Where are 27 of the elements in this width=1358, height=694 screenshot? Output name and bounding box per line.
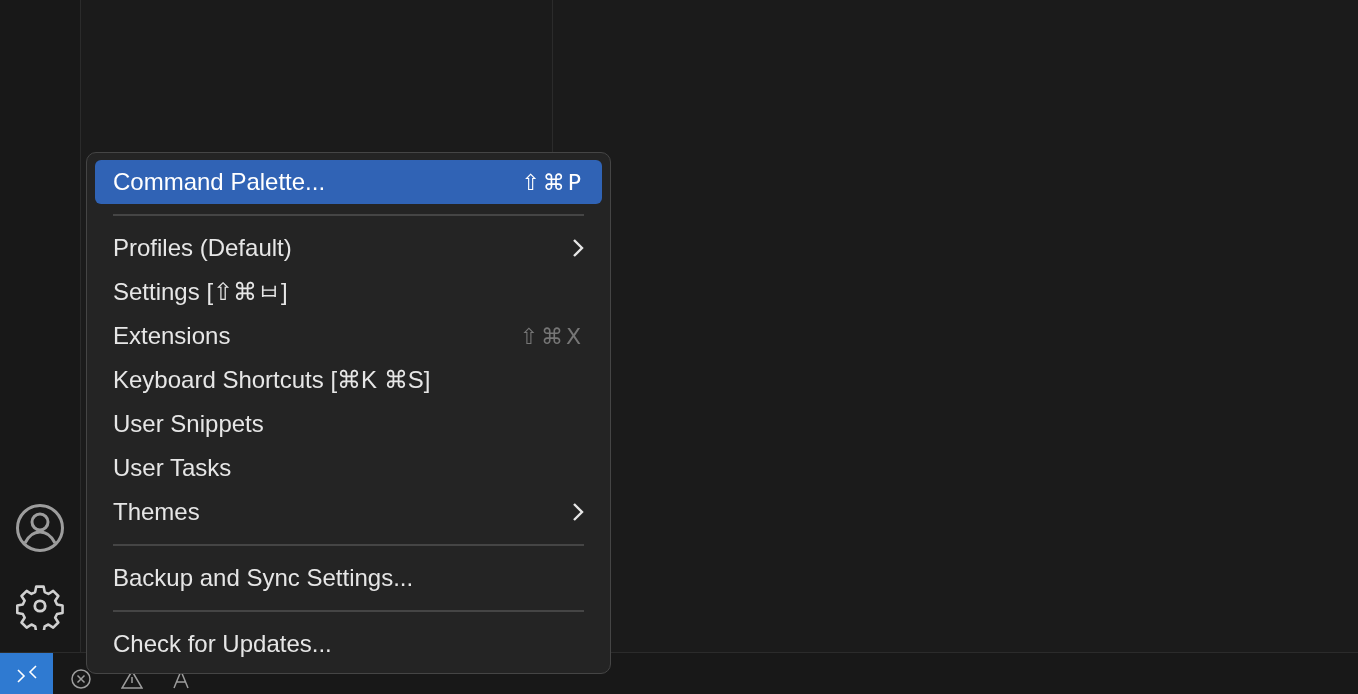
remote-button[interactable] bbox=[0, 653, 53, 694]
menu-item[interactable]: Backup and Sync Settings... bbox=[95, 556, 602, 600]
menu-item[interactable]: Extensions ⇧⌘X bbox=[95, 314, 602, 358]
menu-item-label: Profiles (Default) bbox=[113, 233, 292, 263]
menu-item-label: Check for Updates... bbox=[113, 629, 332, 659]
menu-item[interactable]: Command Palette... ⇧⌘P bbox=[95, 160, 602, 204]
menu-item[interactable]: Check for Updates... bbox=[95, 622, 602, 666]
remote-icon bbox=[15, 662, 38, 685]
menu-item[interactable]: Themes bbox=[95, 490, 602, 534]
menu-item[interactable]: User Snippets bbox=[95, 402, 602, 446]
menu-item-label: Extensions bbox=[113, 321, 231, 351]
menu-item-label: Settings [⇧⌘ㅂ] bbox=[113, 277, 288, 307]
menu-item-label: User Snippets bbox=[113, 409, 264, 439]
menu-item[interactable]: User Tasks bbox=[95, 446, 602, 490]
menu-item-label: Themes bbox=[113, 497, 200, 527]
settings-icon[interactable] bbox=[16, 582, 64, 630]
menu-item-label: Keyboard Shortcuts [⌘K ⌘S] bbox=[113, 365, 431, 395]
menu-item-label: Command Palette... bbox=[113, 167, 326, 197]
menu-item[interactable]: Settings [⇧⌘ㅂ] bbox=[95, 270, 602, 314]
keyboard-shortcut: ⇧⌘P bbox=[521, 168, 584, 197]
menu-item[interactable]: Keyboard Shortcuts [⌘K ⌘S] bbox=[95, 358, 602, 402]
menu-item[interactable]: Profiles (Default) bbox=[95, 226, 602, 270]
error-icon bbox=[71, 669, 91, 689]
menu-item-label: Backup and Sync Settings... bbox=[113, 563, 414, 593]
account-icon[interactable] bbox=[16, 504, 64, 552]
menu-item-label: User Tasks bbox=[113, 453, 232, 483]
keyboard-shortcut: ⇧⌘X bbox=[519, 322, 584, 351]
